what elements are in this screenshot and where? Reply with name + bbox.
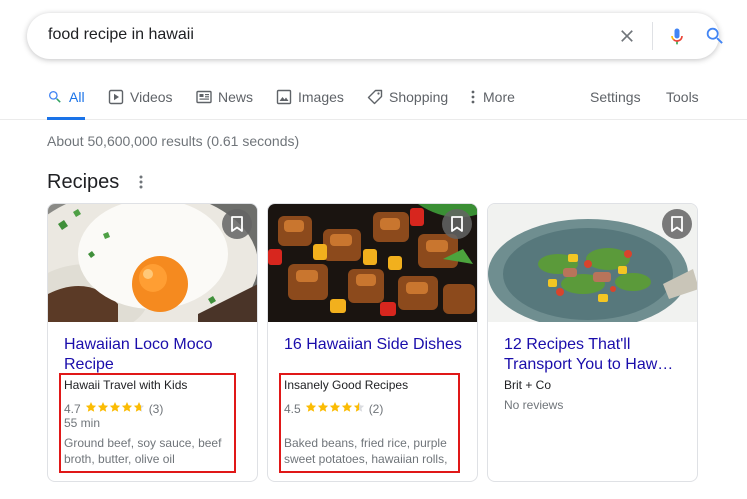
tab-shopping[interactable]: Shopping: [367, 88, 448, 118]
tab-label: Videos: [130, 89, 173, 105]
recipe-title[interactable]: Hawaiian Loco Moco Recipe: [64, 335, 252, 375]
microphone-icon[interactable]: [667, 24, 687, 48]
tab-label: News: [218, 89, 254, 105]
recipe-title[interactable]: 12 Recipes That'll Transport You to Haw…: [504, 335, 692, 375]
tab-label: More: [483, 89, 515, 105]
highlight-box: [59, 373, 236, 473]
settings-label: Settings: [590, 89, 641, 105]
recipes-heading: Recipes: [47, 171, 120, 193]
tools-label: Tools: [666, 89, 699, 105]
highlight-box: [279, 373, 460, 473]
search-tabs: All Videos News Images Shopping More Set…: [0, 84, 747, 120]
newspaper-icon: [196, 90, 212, 104]
tab-more[interactable]: More: [469, 88, 515, 118]
recipe-title[interactable]: 16 Hawaiian Side Dishes: [284, 335, 472, 355]
tab-label: Shopping: [389, 89, 449, 105]
tab-label: Images: [298, 89, 344, 105]
tab-all[interactable]: All: [47, 88, 85, 120]
more-vert-icon: [471, 90, 475, 104]
image-icon: [276, 89, 292, 105]
recipe-card[interactable]: 12 Recipes That'll Transport You to Haw……: [487, 203, 698, 482]
bookmark-icon: [231, 216, 243, 232]
bookmark-button[interactable]: [442, 209, 472, 239]
recipe-source: Brit + Co: [504, 378, 552, 392]
tab-news[interactable]: News: [196, 88, 253, 118]
search-box[interactable]: food recipe in hawaii: [27, 13, 723, 59]
search-icon[interactable]: [704, 25, 726, 47]
result-stats: About 50,600,000 results (0.61 seconds): [47, 133, 300, 149]
recipe-reviews: No reviews: [504, 398, 564, 412]
play-icon: [108, 89, 124, 105]
more-vert-icon[interactable]: [136, 174, 146, 190]
close-icon[interactable]: [617, 26, 637, 46]
tab-tools[interactable]: Tools: [666, 88, 699, 118]
bookmark-icon: [451, 216, 463, 232]
tab-label: All: [69, 89, 85, 105]
tab-videos[interactable]: Videos: [108, 88, 173, 118]
tab-images[interactable]: Images: [276, 88, 344, 118]
search-divider: [652, 22, 653, 50]
bookmark-icon: [671, 216, 683, 232]
search-icon: [49, 91, 61, 103]
bookmark-button[interactable]: [222, 209, 252, 239]
search-input[interactable]: food recipe in hawaii: [48, 26, 194, 44]
tab-settings[interactable]: Settings: [590, 88, 641, 118]
bookmark-button[interactable]: [662, 209, 692, 239]
tag-icon: [367, 89, 383, 105]
